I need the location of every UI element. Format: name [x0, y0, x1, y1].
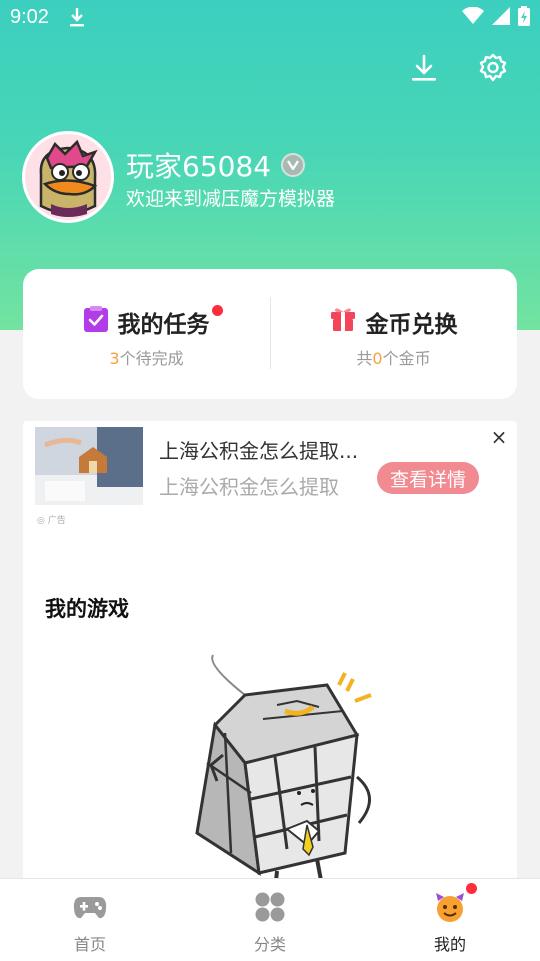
username: 玩家65084 [126, 150, 272, 183]
tasks-pending-suffix: 个待完成 [119, 349, 184, 368]
tab-home-label: 首页 [73, 935, 106, 954]
status-bar: 9:02 [0, 0, 540, 36]
tab-category[interactable]: 分类 [180, 879, 360, 961]
signal-icon [492, 7, 510, 29]
username-row: 玩家65084 [126, 145, 306, 185]
coin-balance-suffix: 个金币 [382, 349, 431, 368]
avatar[interactable] [22, 131, 114, 223]
devil-face-icon [432, 889, 468, 925]
stats-card: 我的任务 3个待完成 金币兑换 共0个金币 [23, 269, 517, 399]
task-clipboard-icon [83, 306, 108, 338]
cube-character-icon [195, 654, 372, 891]
bottom-tab-bar: 首页 分类 我的 [0, 878, 540, 961]
tasks-notification-dot [212, 305, 223, 316]
status-time: 9:02 [10, 6, 49, 28]
ad-mark-label: 广告 [47, 516, 66, 526]
tab-mine[interactable]: 我的 [360, 879, 540, 961]
ad-logo-icon: ◎ [37, 516, 45, 526]
coin-exchange-title: 金币兑换 [270, 305, 517, 339]
tab-mine-label: 我的 [433, 935, 466, 954]
ad-mark: ◎ 广告 [37, 513, 66, 526]
tab-category-label: 分类 [253, 935, 286, 954]
ad-image[interactable] [35, 427, 143, 505]
welcome-text: 欢迎来到减压魔方模拟器 [126, 188, 336, 210]
cartoon-avatar-icon [25, 134, 111, 220]
coin-balance-count: 0 [372, 349, 383, 368]
settings-button[interactable] [475, 52, 511, 88]
close-icon: × [490, 425, 508, 449]
download-icon [409, 53, 439, 87]
coin-exchange-entry[interactable]: 金币兑换 共0个金币 [270, 269, 517, 399]
content-card: 上海公积金怎么提取... 上海公积金怎么提取 查看详情 × ◎ 广告 我的游戏 [23, 421, 517, 891]
ad-description[interactable]: 上海公积金怎么提取 [159, 471, 339, 500]
download-notification-icon [68, 6, 86, 32]
vip-badge-icon[interactable] [281, 153, 306, 177]
ad-close-button[interactable]: × [489, 425, 509, 449]
my-tasks-label: 我的任务 [117, 312, 210, 338]
download-button[interactable] [406, 52, 442, 88]
wifi-icon [462, 6, 484, 29]
ad-title[interactable]: 上海公积金怎么提取... [159, 435, 358, 464]
gear-icon [477, 52, 509, 88]
empty-state-cube-illustration [167, 653, 407, 891]
coin-balance-text: 共0个金币 [270, 345, 517, 369]
ad-details-button[interactable]: 查看详情 [377, 462, 479, 494]
tasks-pending-text: 3个待完成 [23, 345, 270, 369]
mine-notification-dot [466, 883, 477, 894]
grid-icon [252, 889, 288, 925]
battery-icon [518, 6, 530, 30]
coin-balance-prefix: 共 [356, 349, 373, 368]
my-tasks-entry[interactable]: 我的任务 3个待完成 [23, 269, 270, 399]
coin-exchange-label: 金币兑换 [365, 312, 458, 338]
gift-box-icon [330, 306, 356, 338]
my-games-title: 我的游戏 [45, 597, 129, 621]
my-tasks-title: 我的任务 [23, 305, 270, 339]
gamepad-icon [72, 889, 108, 925]
tasks-pending-count: 3 [109, 349, 120, 368]
tab-home[interactable]: 首页 [0, 879, 180, 961]
